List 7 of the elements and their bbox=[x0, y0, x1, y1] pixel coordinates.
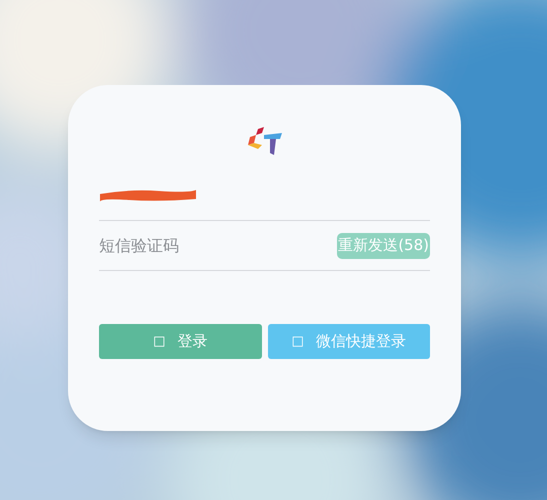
verification-code-field[interactable]: 短信验证码 bbox=[99, 234, 299, 258]
wechat-login-button[interactable]: □ 微信快捷登录 bbox=[268, 324, 430, 359]
square-icon: □ bbox=[153, 332, 166, 352]
logo-icon bbox=[248, 127, 282, 155]
login-button[interactable]: □ 登录 bbox=[99, 324, 262, 359]
square-icon: □ bbox=[292, 332, 304, 352]
resend-code-button[interactable]: 重新发送(58) bbox=[337, 232, 430, 258]
